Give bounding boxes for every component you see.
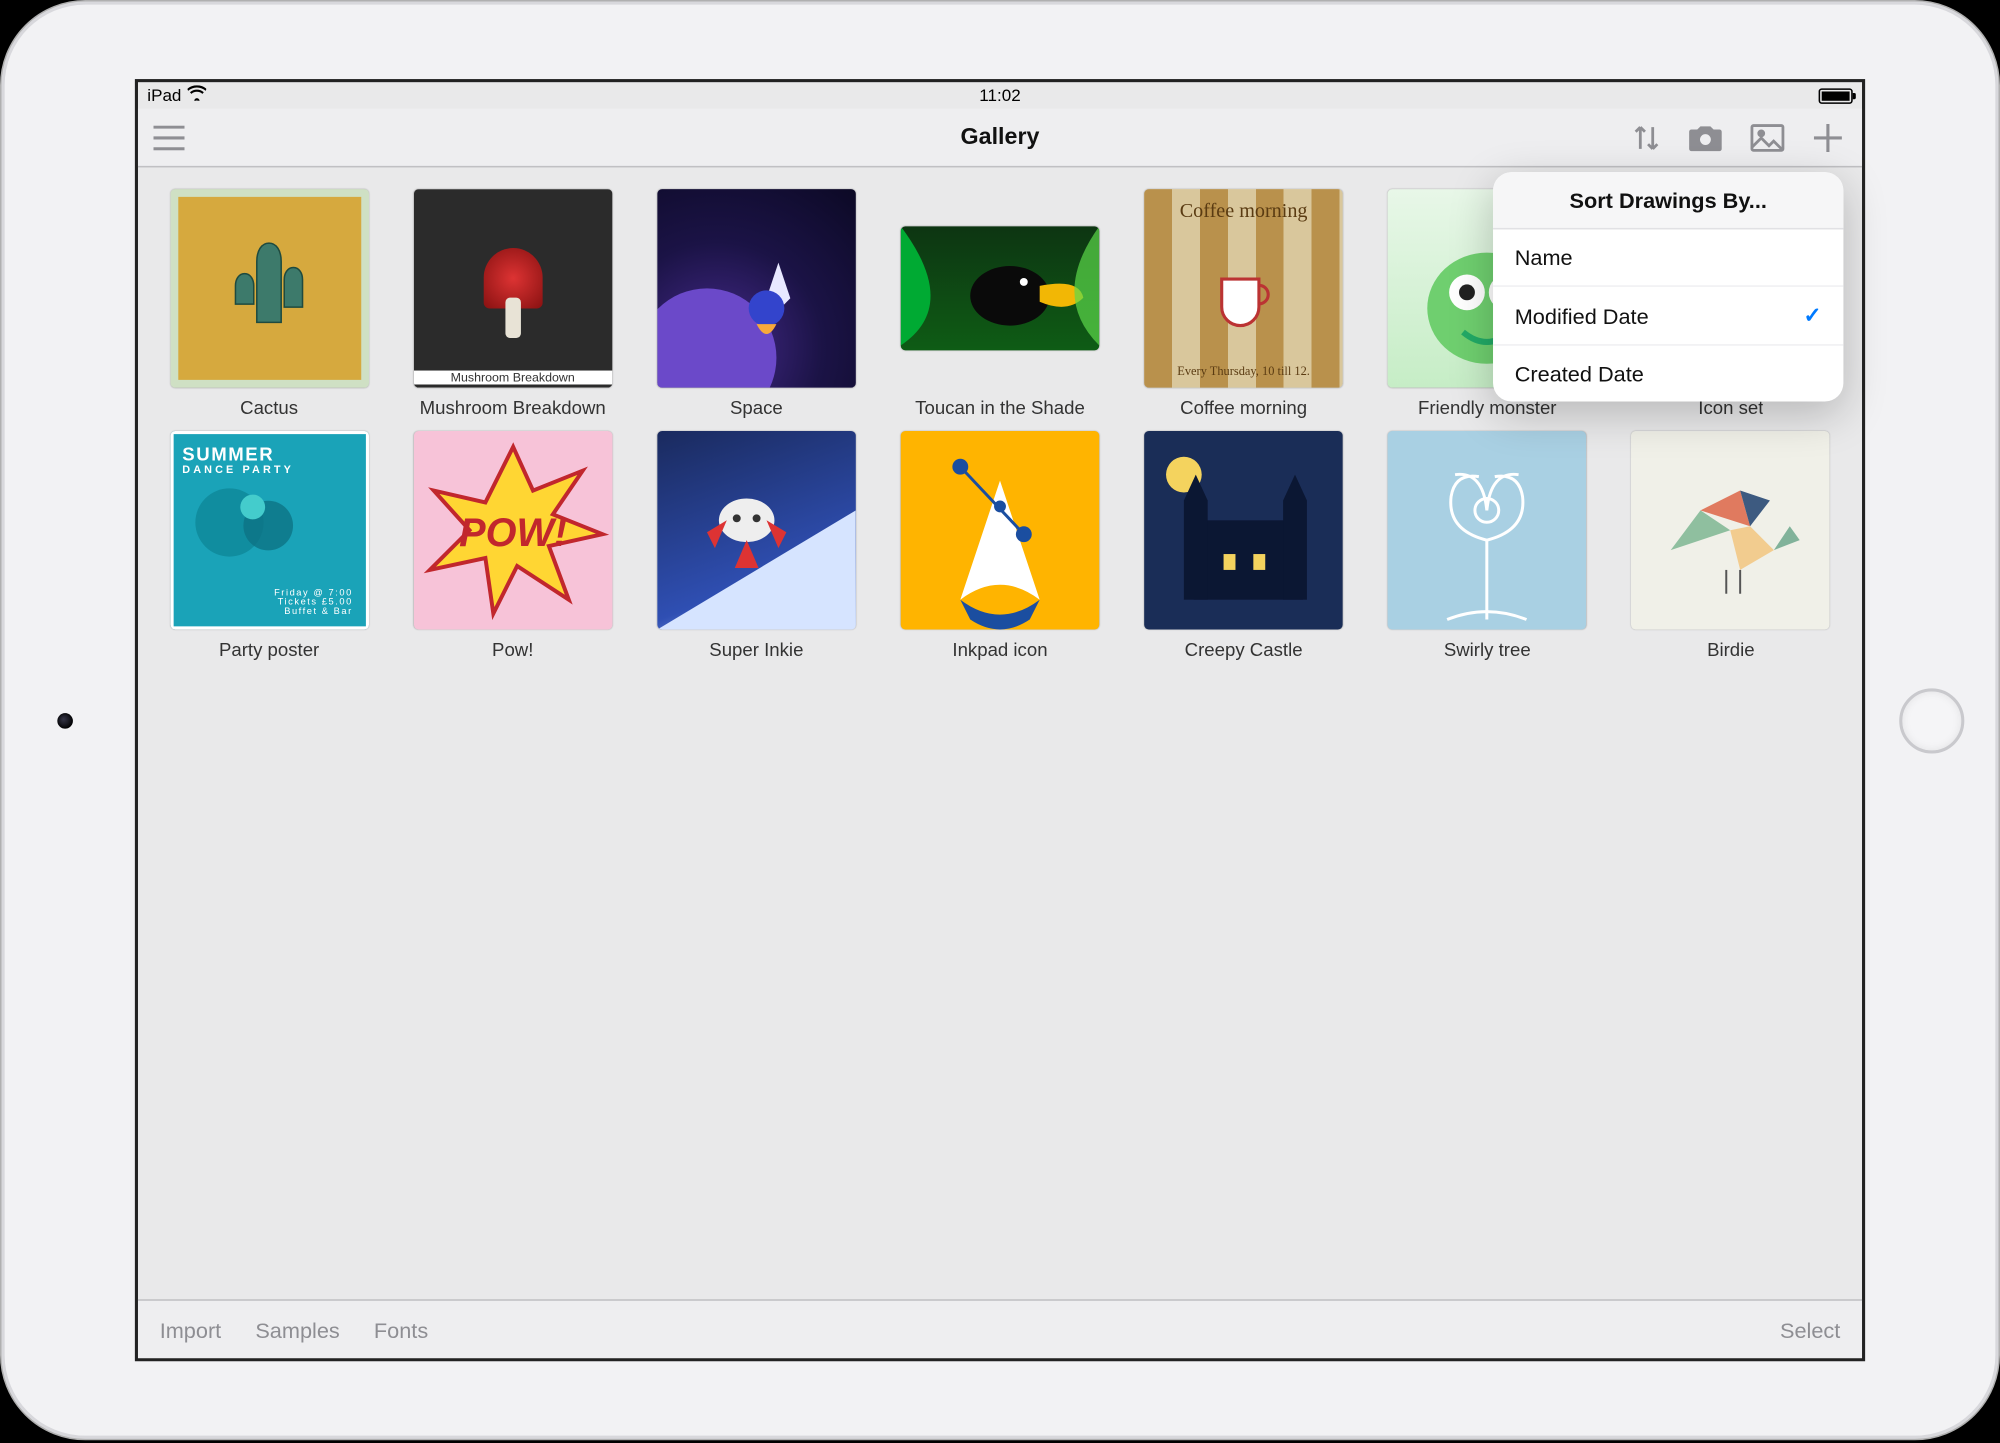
- wifi-icon: [188, 85, 207, 105]
- drawing-cell[interactable]: Super Inkie: [635, 431, 879, 660]
- select-button[interactable]: Select: [1780, 1317, 1840, 1342]
- sort-option[interactable]: Created Date: [1493, 346, 1843, 402]
- drawing-cell[interactable]: Toucan in the Shade: [878, 189, 1122, 418]
- bottom-toolbar: Import Samples Fonts Select: [138, 1299, 1862, 1358]
- drawing-title: Creepy Castle: [1185, 639, 1303, 661]
- drawing-cell[interactable]: POW! Pow!: [391, 431, 635, 660]
- device-camera: [57, 712, 73, 728]
- drawing-title: Toucan in the Shade: [915, 397, 1085, 419]
- drawing-cell[interactable]: Cactus: [147, 189, 391, 418]
- drawing-cell[interactable]: Coffee morningEvery Thursday, 10 till 12…: [1122, 189, 1366, 418]
- drawing-cell[interactable]: Mushroom Breakdown Mushroom Breakdown: [391, 189, 635, 418]
- sort-icon[interactable]: [1633, 123, 1661, 151]
- page-title: Gallery: [961, 124, 1040, 150]
- drawing-thumbnail[interactable]: [1632, 431, 1830, 629]
- sort-option-label: Modified Date: [1515, 303, 1649, 328]
- screen: iPad 11:02 Gallery: [135, 79, 1865, 1361]
- drawing-thumbnail[interactable]: [657, 189, 855, 387]
- drawing-title: Birdie: [1707, 639, 1755, 661]
- sort-option[interactable]: Name: [1493, 229, 1843, 286]
- menu-icon[interactable]: [153, 125, 184, 150]
- drawing-title: Swirly tree: [1444, 639, 1531, 661]
- drawing-thumbnail[interactable]: [657, 431, 855, 629]
- drawing-title: Cactus: [240, 397, 298, 419]
- drawing-thumbnail[interactable]: Mushroom Breakdown: [413, 189, 611, 387]
- drawing-title: Inkpad icon: [952, 639, 1047, 661]
- drawing-cell[interactable]: SUMMERDANCE PARTYFriday @ 7:00 Tickets £…: [147, 431, 391, 660]
- nav-bar: Gallery: [138, 109, 1862, 168]
- sort-popover: Sort Drawings By... Name Modified Date ✓ Cr…: [1493, 172, 1843, 401]
- drawing-thumbnail[interactable]: POW!: [413, 431, 611, 629]
- drawing-cell[interactable]: Space: [635, 189, 879, 418]
- drawing-thumbnail[interactable]: [901, 431, 1099, 629]
- samples-button[interactable]: Samples: [255, 1317, 339, 1342]
- drawing-thumbnail[interactable]: [901, 226, 1099, 350]
- drawing-title: Coffee morning: [1180, 397, 1307, 419]
- sort-option[interactable]: Modified Date ✓: [1493, 287, 1843, 346]
- drawing-thumbnail[interactable]: [1144, 431, 1342, 629]
- photo-icon[interactable]: [1750, 123, 1784, 151]
- drawing-title: Pow!: [492, 639, 533, 661]
- import-button[interactable]: Import: [160, 1317, 222, 1342]
- battery-icon: [1819, 88, 1853, 104]
- home-button[interactable]: [1899, 688, 1964, 753]
- drawing-thumbnail[interactable]: SUMMERDANCE PARTYFriday @ 7:00 Tickets £…: [170, 431, 368, 629]
- status-time: 11:02: [979, 86, 1020, 105]
- drawing-title: Space: [730, 397, 783, 419]
- drawing-cell[interactable]: Creepy Castle: [1122, 431, 1366, 660]
- drawing-cell[interactable]: Birdie: [1609, 431, 1853, 660]
- sort-option-label: Created Date: [1515, 361, 1644, 386]
- drawing-cell[interactable]: Swirly tree: [1365, 431, 1609, 660]
- checkmark-icon: ✓: [1804, 302, 1822, 328]
- sort-option-label: Name: [1515, 245, 1573, 270]
- drawing-thumbnail[interactable]: [170, 189, 368, 387]
- popover-title: Sort Drawings By...: [1493, 172, 1843, 229]
- drawing-title: Super Inkie: [709, 639, 803, 661]
- svg-text:POW!: POW!: [459, 511, 567, 555]
- drawing-thumbnail[interactable]: [1388, 431, 1586, 629]
- camera-icon[interactable]: [1688, 123, 1722, 151]
- device-label: iPad: [147, 86, 181, 105]
- fonts-button[interactable]: Fonts: [374, 1317, 428, 1342]
- drawing-cell[interactable]: Inkpad icon: [878, 431, 1122, 660]
- drawing-title: Mushroom Breakdown: [420, 397, 606, 419]
- status-bar: iPad 11:02: [138, 82, 1862, 108]
- ipad-device-frame: iPad 11:02 Gallery: [0, 0, 2000, 1440]
- add-icon[interactable]: [1812, 122, 1843, 153]
- drawing-title: Party poster: [219, 639, 319, 661]
- drawing-thumbnail[interactable]: Coffee morningEvery Thursday, 10 till 12…: [1144, 189, 1342, 387]
